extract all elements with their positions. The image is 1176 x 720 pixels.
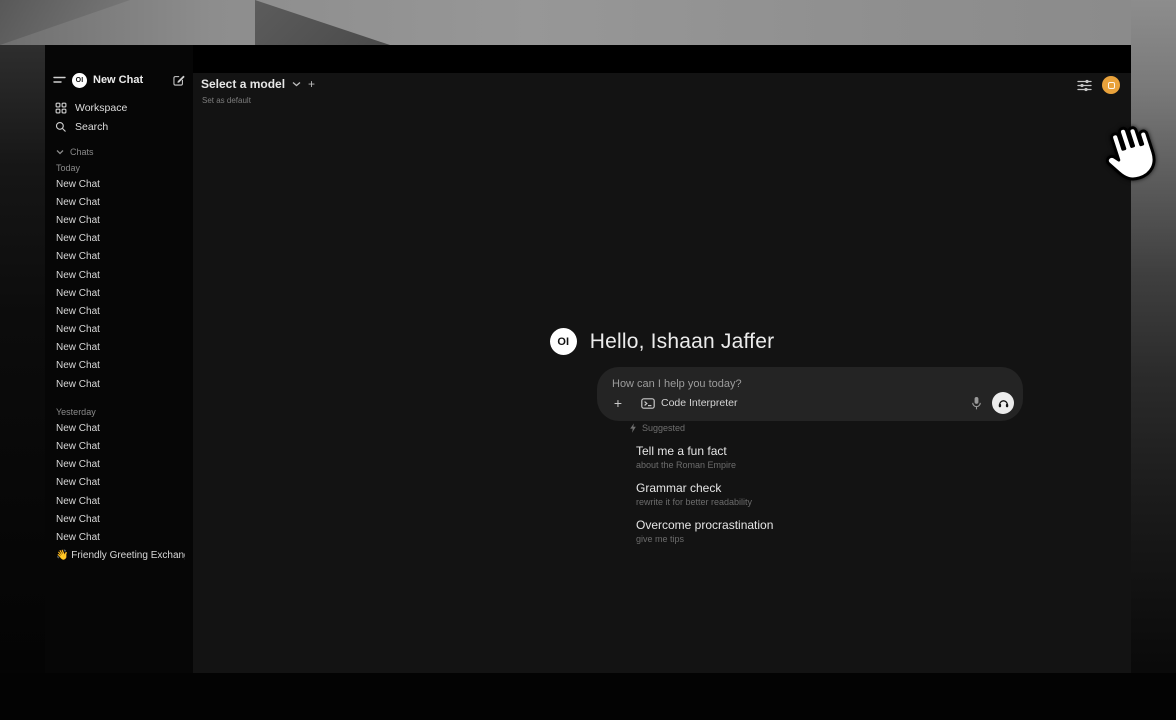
app-window: OI New Chat Workspace Search: [45, 45, 1131, 673]
chat-list-item[interactable]: New Chat: [53, 230, 185, 248]
chat-list-item[interactable]: New Chat: [53, 321, 185, 339]
top-right-controls: [1077, 76, 1120, 94]
chat-list-item[interactable]: New Chat: [53, 284, 185, 302]
chat-list-item[interactable]: New Chat: [53, 375, 185, 393]
sidebar: OI New Chat Workspace Search: [45, 45, 193, 673]
chat-list-item[interactable]: New Chat: [53, 248, 185, 266]
main-content: Select a model + Set as default OI Hello…: [193, 45, 1131, 673]
grid-icon: [55, 102, 67, 114]
chat-list-item[interactable]: New Chat: [53, 510, 185, 528]
wallpaper-top: [0, 0, 1176, 45]
user-avatar[interactable]: [1102, 76, 1120, 94]
wallpaper-right: [1131, 0, 1176, 720]
desktop: OI New Chat Workspace Search: [0, 0, 1176, 720]
code-interpreter-icon: [641, 398, 655, 409]
suggested-prompt[interactable]: Tell me a fun fact about the Roman Empir…: [629, 444, 1029, 470]
sidebar-header: OI New Chat: [53, 71, 185, 89]
chevron-down-icon: [56, 149, 64, 155]
sidebar-nav: Workspace Search: [53, 98, 185, 136]
chat-list-item[interactable]: New Chat: [53, 456, 185, 474]
composer-placeholder[interactable]: How can I help you today?: [612, 378, 742, 390]
suggested-prompt-title: Tell me a fun fact: [636, 444, 1029, 458]
chevron-down-icon[interactable]: [292, 81, 301, 87]
suggested-prompt-subtitle: rewrite it for better readability: [636, 497, 1029, 507]
chat-list-item[interactable]: New Chat: [53, 175, 185, 193]
suggested-prompt[interactable]: Overcome procrastination give me tips: [629, 518, 1029, 544]
chat-list-item[interactable]: New Chat: [53, 437, 185, 455]
microphone-icon[interactable]: [971, 396, 982, 411]
chat-list-item[interactable]: New Chat: [53, 193, 185, 211]
chat-list-item[interactable]: New Chat: [53, 492, 185, 510]
chat-group-label-yesterday: Yesterday: [53, 405, 185, 419]
code-interpreter-label: Code Interpreter: [661, 397, 737, 409]
voice-call-button[interactable]: [992, 392, 1014, 414]
code-interpreter-toggle[interactable]: Code Interpreter: [641, 397, 737, 409]
chats-section-toggle[interactable]: Chats: [53, 145, 185, 159]
wallpaper-bottom: [0, 673, 1176, 720]
chat-list-item[interactable]: New Chat: [53, 302, 185, 320]
message-composer[interactable]: How can I help you today? + Code Interpr…: [597, 367, 1023, 421]
add-model-button[interactable]: +: [308, 79, 315, 89]
composer-toolbar: + Code Interpreter: [609, 392, 1014, 414]
greeting-text: Hello, Ishaan Jaffer: [590, 330, 775, 354]
sidebar-item-workspace[interactable]: Workspace: [53, 98, 185, 117]
app-logo-icon: OI: [550, 328, 577, 355]
sidebar-title: New Chat: [93, 74, 166, 86]
chat-list-item[interactable]: New Chat: [53, 419, 185, 437]
chat-list-item[interactable]: New Chat: [53, 474, 185, 492]
app-logo-icon: OI: [72, 73, 87, 88]
bolt-icon: [629, 423, 637, 433]
chat-list-item[interactable]: New Chat: [53, 339, 185, 357]
chat-list-item[interactable]: New Chat: [53, 528, 185, 546]
search-label: Search: [75, 121, 108, 133]
suggested-label: Suggested: [642, 423, 685, 433]
suggested-prompt[interactable]: Grammar check rewrite it for better read…: [629, 481, 1029, 507]
model-selector-button[interactable]: Select a model: [201, 77, 285, 91]
chat-list-item[interactable]: New Chat: [53, 211, 185, 229]
wallpaper-left: [0, 45, 45, 720]
suggested-prompt-subtitle: give me tips: [636, 534, 1029, 544]
attach-plus-button[interactable]: +: [609, 394, 627, 412]
search-icon: [55, 121, 67, 133]
set-default-link[interactable]: Set as default: [202, 96, 251, 105]
chat-list-item[interactable]: New Chat: [53, 357, 185, 375]
new-chat-icon[interactable]: [172, 74, 185, 87]
suggested-prompt-subtitle: about the Roman Empire: [636, 460, 1029, 470]
avatar-glyph-icon: [1108, 82, 1115, 89]
greeting: OI Hello, Ishaan Jaffer: [193, 328, 1131, 355]
sidebar-item-search[interactable]: Search: [53, 117, 185, 136]
model-selector: Select a model +: [201, 77, 315, 91]
chat-list-item[interactable]: New Chat: [53, 266, 185, 284]
suggested-header: Suggested: [629, 423, 1029, 433]
suggested-prompt-title: Grammar check: [636, 481, 1029, 495]
chat-group-label-today: Today: [53, 161, 185, 175]
suggested-prompts: Suggested Tell me a fun fact about the R…: [629, 423, 1029, 544]
sidebar-toggle-icon[interactable]: [53, 75, 66, 85]
settings-sliders-icon[interactable]: [1077, 79, 1092, 92]
workspace-label: Workspace: [75, 102, 127, 114]
suggested-prompt-title: Overcome procrastination: [636, 518, 1029, 532]
chat-list-item-named[interactable]: 👋 Friendly Greeting Exchange: [53, 547, 185, 565]
chats-label: Chats: [70, 147, 94, 157]
